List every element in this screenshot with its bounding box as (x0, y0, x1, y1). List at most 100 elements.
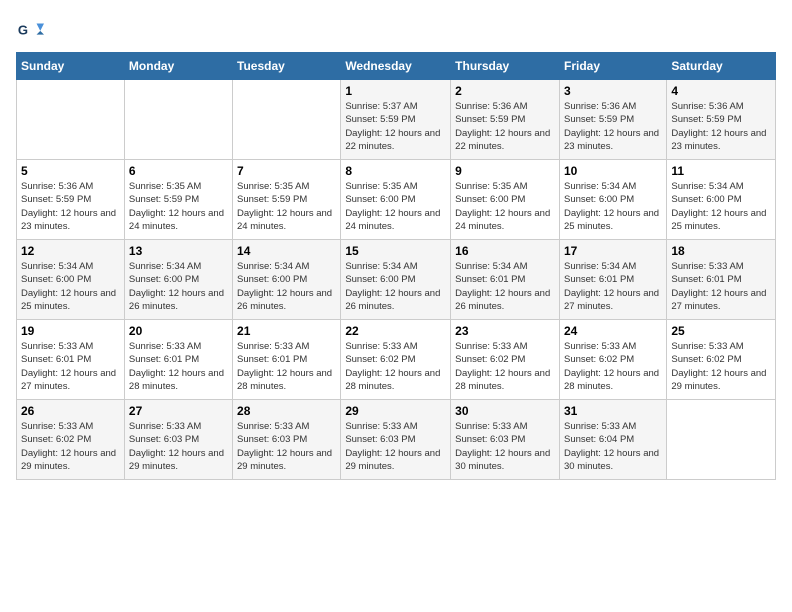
logo-icon: G (16, 16, 44, 44)
day-number: 14 (237, 244, 336, 258)
calendar-day-cell: 11 Sunrise: 5:34 AMSunset: 6:00 PMDayligh… (667, 160, 776, 240)
day-number: 2 (455, 84, 555, 98)
calendar-day-cell: 13 Sunrise: 5:34 AMSunset: 6:00 PMDayligh… (124, 240, 232, 320)
day-number: 15 (345, 244, 446, 258)
day-number: 23 (455, 324, 555, 338)
header-day: Saturday (667, 53, 776, 80)
day-number: 13 (129, 244, 228, 258)
day-number: 3 (564, 84, 662, 98)
day-info: Sunrise: 5:34 AMSunset: 6:00 PMDaylight:… (345, 261, 440, 312)
calendar-day-cell: 9Sunrise: 5:35 AMSunset: 6:00 PMDaylight… (451, 160, 560, 240)
day-number: 20 (129, 324, 228, 338)
day-number: 18 (671, 244, 771, 258)
day-info: Sunrise: 5:33 AMSunset: 6:03 PMDaylight:… (129, 421, 224, 472)
header-row: SundayMondayTuesdayWednesdayThursdayFrid… (17, 53, 776, 80)
day-number: 28 (237, 404, 336, 418)
day-info: Sunrise: 5:33 AMSunset: 6:01 PMDaylight:… (129, 341, 224, 392)
logo: G (16, 16, 48, 44)
day-number: 1 (345, 84, 446, 98)
day-number: 7 (237, 164, 336, 178)
page-header: G (16, 16, 776, 44)
calendar-day-cell: 12 Sunrise: 5:34 AMSunset: 6:00 PMDayligh… (17, 240, 125, 320)
day-number: 22 (345, 324, 446, 338)
day-number: 29 (345, 404, 446, 418)
calendar-day-cell: 14 Sunrise: 5:34 AMSunset: 6:00 PMDayligh… (233, 240, 341, 320)
day-info: Sunrise: 5:34 AMSunset: 6:00 PMDaylight:… (129, 261, 224, 312)
day-number: 8 (345, 164, 446, 178)
day-info: Sunrise: 5:33 AMSunset: 6:02 PMDaylight:… (21, 421, 116, 472)
header-day: Tuesday (233, 53, 341, 80)
day-number: 25 (671, 324, 771, 338)
day-info: Sunrise: 5:34 AMSunset: 6:00 PMDaylight:… (21, 261, 116, 312)
day-number: 6 (129, 164, 228, 178)
calendar-day-cell (667, 400, 776, 480)
calendar-day-cell: 23 Sunrise: 5:33 AMSunset: 6:02 PMDayligh… (451, 320, 560, 400)
day-info: Sunrise: 5:34 AMSunset: 6:00 PMDaylight:… (237, 261, 332, 312)
day-number: 17 (564, 244, 662, 258)
svg-text:G: G (18, 23, 28, 38)
header-day: Monday (124, 53, 232, 80)
day-info: Sunrise: 5:33 AMSunset: 6:02 PMDaylight:… (455, 341, 550, 392)
day-number: 19 (21, 324, 120, 338)
day-info: Sunrise: 5:35 AMSunset: 5:59 PMDaylight:… (237, 181, 332, 232)
calendar-day-cell: 10Sunrise: 5:34 AMSunset: 6:00 PMDayligh… (559, 160, 666, 240)
calendar-day-cell: 3 Sunrise: 5:36 AMSunset: 5:59 PMDaylight… (559, 80, 666, 160)
calendar-day-cell: 21 Sunrise: 5:33 AMSunset: 6:01 PMDayligh… (233, 320, 341, 400)
day-info: Sunrise: 5:33 AMSunset: 6:02 PMDaylight:… (671, 341, 766, 392)
calendar-day-cell: 29 Sunrise: 5:33 AMSunset: 6:03 PMDayligh… (341, 400, 451, 480)
day-info: Sunrise: 5:33 AMSunset: 6:01 PMDaylight:… (21, 341, 116, 392)
day-info: Sunrise: 5:35 AMSunset: 5:59 PMDaylight:… (129, 181, 224, 232)
calendar-day-cell (17, 80, 125, 160)
day-info: Sunrise: 5:33 AMSunset: 6:01 PMDaylight:… (671, 261, 766, 312)
day-info: Sunrise: 5:35 AMSunset: 6:00 PMDaylight:… (455, 181, 550, 232)
day-number: 5 (21, 164, 120, 178)
calendar-day-cell: 15 Sunrise: 5:34 AMSunset: 6:00 PMDayligh… (341, 240, 451, 320)
calendar-day-cell: 16Sunrise: 5:34 AMSunset: 6:01 PMDayligh… (451, 240, 560, 320)
day-info: Sunrise: 5:37 AMSunset: 5:59 PMDaylight:… (345, 101, 440, 152)
day-number: 10 (564, 164, 662, 178)
day-info: Sunrise: 5:34 AMSunset: 6:01 PMDaylight:… (564, 261, 659, 312)
calendar-day-cell: 7 Sunrise: 5:35 AMSunset: 5:59 PMDaylight… (233, 160, 341, 240)
calendar-header: SundayMondayTuesdayWednesdayThursdayFrid… (17, 53, 776, 80)
day-info: Sunrise: 5:33 AMSunset: 6:02 PMDaylight:… (564, 341, 659, 392)
day-info: Sunrise: 5:33 AMSunset: 6:03 PMDaylight:… (345, 421, 440, 472)
calendar-day-cell: 27 Sunrise: 5:33 AMSunset: 6:03 PMDayligh… (124, 400, 232, 480)
calendar-day-cell: 18 Sunrise: 5:33 AMSunset: 6:01 PMDayligh… (667, 240, 776, 320)
calendar-day-cell: 22Sunrise: 5:33 AMSunset: 6:02 PMDayligh… (341, 320, 451, 400)
day-info: Sunrise: 5:34 AMSunset: 6:00 PMDaylight:… (671, 181, 766, 232)
calendar-table: SundayMondayTuesdayWednesdayThursdayFrid… (16, 52, 776, 480)
day-info: Sunrise: 5:36 AMSunset: 5:59 PMDaylight:… (455, 101, 550, 152)
calendar-day-cell (233, 80, 341, 160)
calendar-day-cell: 25 Sunrise: 5:33 AMSunset: 6:02 PMDayligh… (667, 320, 776, 400)
day-number: 30 (455, 404, 555, 418)
day-info: Sunrise: 5:35 AMSunset: 6:00 PMDaylight:… (345, 181, 440, 232)
calendar-body: 1 Sunrise: 5:37 AMSunset: 5:59 PMDaylight… (17, 80, 776, 480)
calendar-day-cell: 17 Sunrise: 5:34 AMSunset: 6:01 PMDayligh… (559, 240, 666, 320)
calendar-day-cell: 20 Sunrise: 5:33 AMSunset: 6:01 PMDayligh… (124, 320, 232, 400)
day-info: Sunrise: 5:36 AMSunset: 5:59 PMDaylight:… (564, 101, 659, 152)
header-day: Thursday (451, 53, 560, 80)
day-info: Sunrise: 5:33 AMSunset: 6:03 PMDaylight:… (455, 421, 550, 472)
calendar-day-cell: 5Sunrise: 5:36 AMSunset: 5:59 PMDaylight… (17, 160, 125, 240)
calendar-day-cell: 4 Sunrise: 5:36 AMSunset: 5:59 PMDaylight… (667, 80, 776, 160)
day-number: 11 (671, 164, 771, 178)
day-info: Sunrise: 5:33 AMSunset: 6:01 PMDaylight:… (237, 341, 332, 392)
day-number: 26 (21, 404, 120, 418)
header-day: Sunday (17, 53, 125, 80)
day-number: 12 (21, 244, 120, 258)
day-number: 16 (455, 244, 555, 258)
calendar-week-row: 1 Sunrise: 5:37 AMSunset: 5:59 PMDaylight… (17, 80, 776, 160)
calendar-day-cell: 2 Sunrise: 5:36 AMSunset: 5:59 PMDaylight… (451, 80, 560, 160)
day-number: 21 (237, 324, 336, 338)
calendar-day-cell: 1 Sunrise: 5:37 AMSunset: 5:59 PMDaylight… (341, 80, 451, 160)
calendar-week-row: 12 Sunrise: 5:34 AMSunset: 6:00 PMDayligh… (17, 240, 776, 320)
calendar-day-cell: 30 Sunrise: 5:33 AMSunset: 6:03 PMDayligh… (451, 400, 560, 480)
day-number: 27 (129, 404, 228, 418)
day-number: 24 (564, 324, 662, 338)
day-number: 31 (564, 404, 662, 418)
day-number: 4 (671, 84, 771, 98)
day-info: Sunrise: 5:36 AMSunset: 5:59 PMDaylight:… (671, 101, 766, 152)
calendar-day-cell: 31 Sunrise: 5:33 AMSunset: 6:04 PMDayligh… (559, 400, 666, 480)
day-info: Sunrise: 5:33 AMSunset: 6:04 PMDaylight:… (564, 421, 659, 472)
header-day: Wednesday (341, 53, 451, 80)
